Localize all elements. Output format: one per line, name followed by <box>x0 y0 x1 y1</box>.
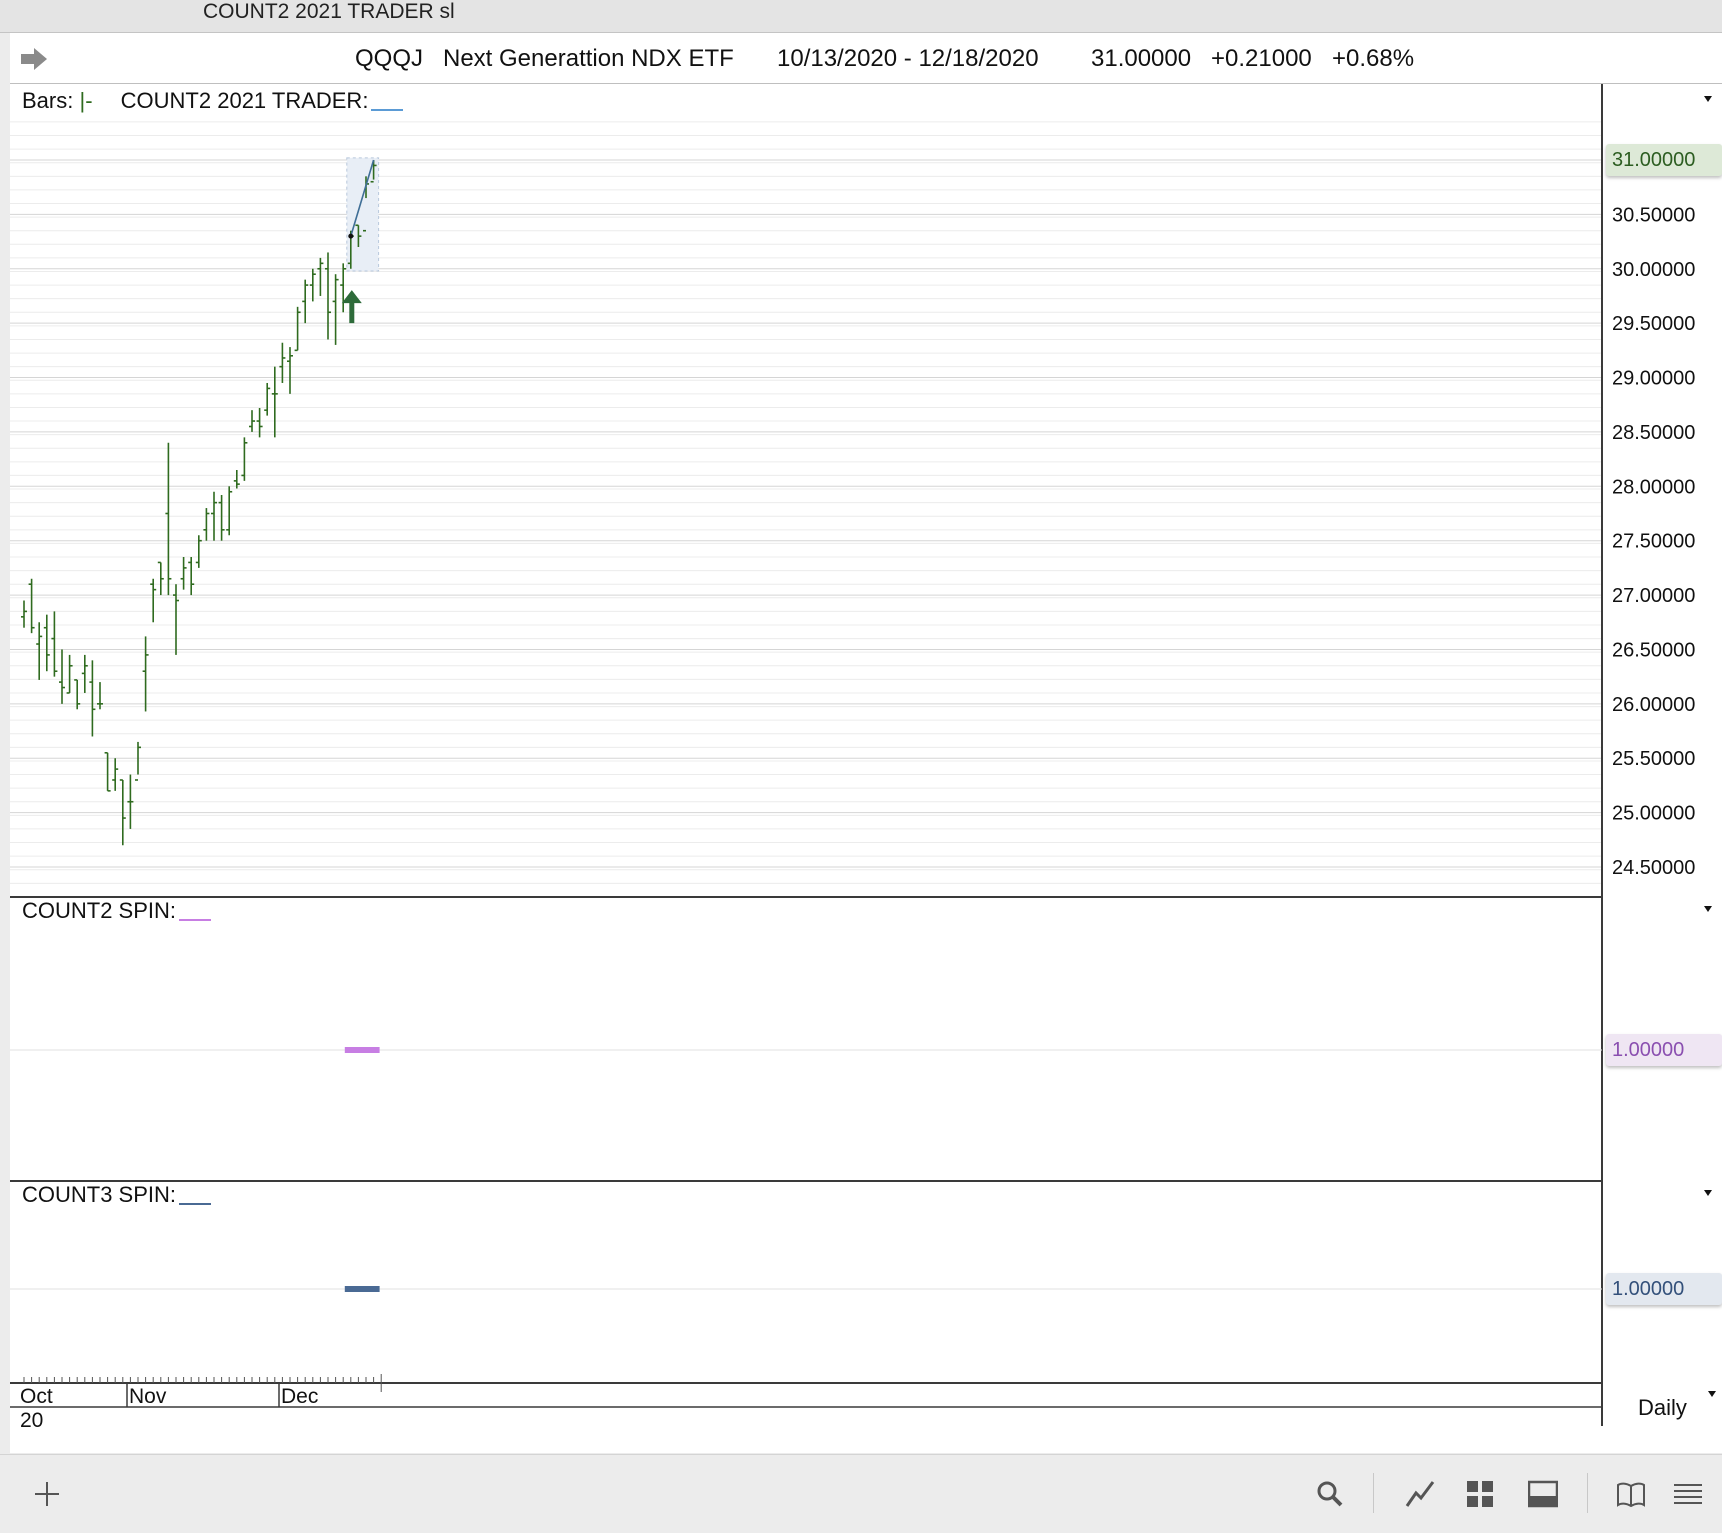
menu-icon[interactable] <box>1673 1479 1703 1509</box>
y-tick-label: 28.00000 <box>1612 476 1695 498</box>
ohlc-bar <box>264 382 271 416</box>
ohlc-bar <box>317 257 324 296</box>
spin3-bar <box>344 1286 380 1292</box>
last-price-badge: 31.00000 <box>1606 144 1722 176</box>
ohlc-bar <box>180 557 187 590</box>
bottom-toolbar <box>0 1454 1722 1533</box>
y-tick-label: 28.50000 <box>1612 422 1695 444</box>
ohlc-bar <box>256 407 263 438</box>
spin2-legend-swatch <box>179 919 212 921</box>
y-tick-label: 24.50000 <box>1612 857 1695 879</box>
y-tick-label: 25.50000 <box>1612 748 1695 770</box>
ohlc-bar <box>127 774 134 829</box>
bars-symbol: |- <box>79 88 93 113</box>
ohlc-bar <box>43 614 50 672</box>
ohlc-bar <box>74 679 81 710</box>
ohlc-bar <box>294 306 301 352</box>
price-chart[interactable]: 30.50000 30.00000 29.50000 29.00000 28.50000… <box>0 0 1722 1454</box>
price-pane-menu-icon[interactable] <box>1704 96 1712 102</box>
ohlc-bar <box>325 252 331 340</box>
ohlc-bar <box>340 263 347 313</box>
ohlc-bar <box>66 654 73 694</box>
y-tick-label: 29.00000 <box>1612 368 1695 390</box>
ohlc-bar <box>218 495 225 541</box>
add-icon[interactable] <box>32 1479 62 1509</box>
ohlc-bar <box>241 437 248 481</box>
ohlc-bar <box>97 682 103 710</box>
timeframe-selector[interactable]: Daily <box>1603 1383 1722 1427</box>
ohlc-bar <box>188 557 195 596</box>
indicator-point <box>348 233 354 239</box>
grid-layout-icon[interactable] <box>1465 1479 1495 1509</box>
ohlc-bar <box>203 508 210 541</box>
toolbar-separator <box>1587 1473 1588 1513</box>
ohlc-bar <box>51 611 58 677</box>
spin3-pane-legend: COUNT3 SPIN: <box>22 1182 212 1208</box>
spin2-pane-menu-icon[interactable] <box>1704 906 1712 912</box>
y-tick-label: 30.00000 <box>1612 259 1695 281</box>
y-tick-label: 26.00000 <box>1612 694 1695 716</box>
spin2-value-badge: 1.00000 <box>1606 1034 1722 1066</box>
y-tick-label: 29.50000 <box>1612 313 1695 335</box>
ohlc-bar <box>233 469 240 489</box>
spin3-label: COUNT3 SPIN: <box>22 1182 177 1207</box>
spin2-pane-legend: COUNT2 SPIN: <box>22 898 212 924</box>
ohlc-bar <box>36 622 43 680</box>
x-month-label: Nov <box>129 1385 167 1408</box>
bars-label: Bars: <box>22 88 74 113</box>
ohlc-bar <box>279 342 286 383</box>
ohlc-bar <box>81 654 88 693</box>
ohlc-bar <box>302 279 309 324</box>
spin2-bar <box>344 1047 380 1053</box>
draw-line-icon[interactable] <box>1405 1479 1435 1509</box>
ohlc-bar <box>165 442 172 596</box>
y-tick-label: 27.00000 <box>1612 585 1695 607</box>
book-icon[interactable] <box>1616 1479 1646 1509</box>
x-year-label: 20 <box>20 1409 43 1432</box>
y-tick-label: 27.50000 <box>1612 531 1695 553</box>
indicator-label: COUNT2 2021 TRADER: <box>120 88 369 113</box>
ohlc-bar <box>226 486 233 536</box>
y-tick-label: 25.00000 <box>1612 803 1695 825</box>
y-tick-label: 30.50000 <box>1612 204 1695 226</box>
x-month-label: Oct <box>20 1385 53 1408</box>
ohlc-bar <box>287 347 293 394</box>
search-icon[interactable] <box>1315 1479 1345 1509</box>
ohlc-bar <box>142 636 149 712</box>
ohlc-bar <box>195 535 202 568</box>
spin3-value-badge: 1.00000 <box>1606 1273 1722 1305</box>
ohlc-bar <box>150 578 157 623</box>
y-tick-label: 26.50000 <box>1612 639 1695 661</box>
timeframe-caret-icon <box>1708 1391 1716 1397</box>
price-pane-legend: Bars: |- COUNT2 2021 TRADER: <box>22 88 404 114</box>
ohlc-bar <box>59 649 65 704</box>
indicator-legend-swatch <box>371 109 404 111</box>
ohlc-bar <box>157 561 164 596</box>
spin3-pane-menu-icon[interactable] <box>1704 1190 1712 1196</box>
x-month-label: Dec <box>281 1385 318 1408</box>
buy-signal-arrow <box>341 290 362 324</box>
toolbar-separator <box>1373 1473 1374 1513</box>
spin3-legend-swatch <box>179 1203 212 1205</box>
timeframe-label: Daily <box>1638 1395 1687 1420</box>
ohlc-bar <box>21 600 27 628</box>
ohlc-bar <box>89 660 96 737</box>
spin2-label: COUNT2 SPIN: <box>22 898 177 923</box>
panel-layout-icon[interactable] <box>1528 1479 1558 1509</box>
